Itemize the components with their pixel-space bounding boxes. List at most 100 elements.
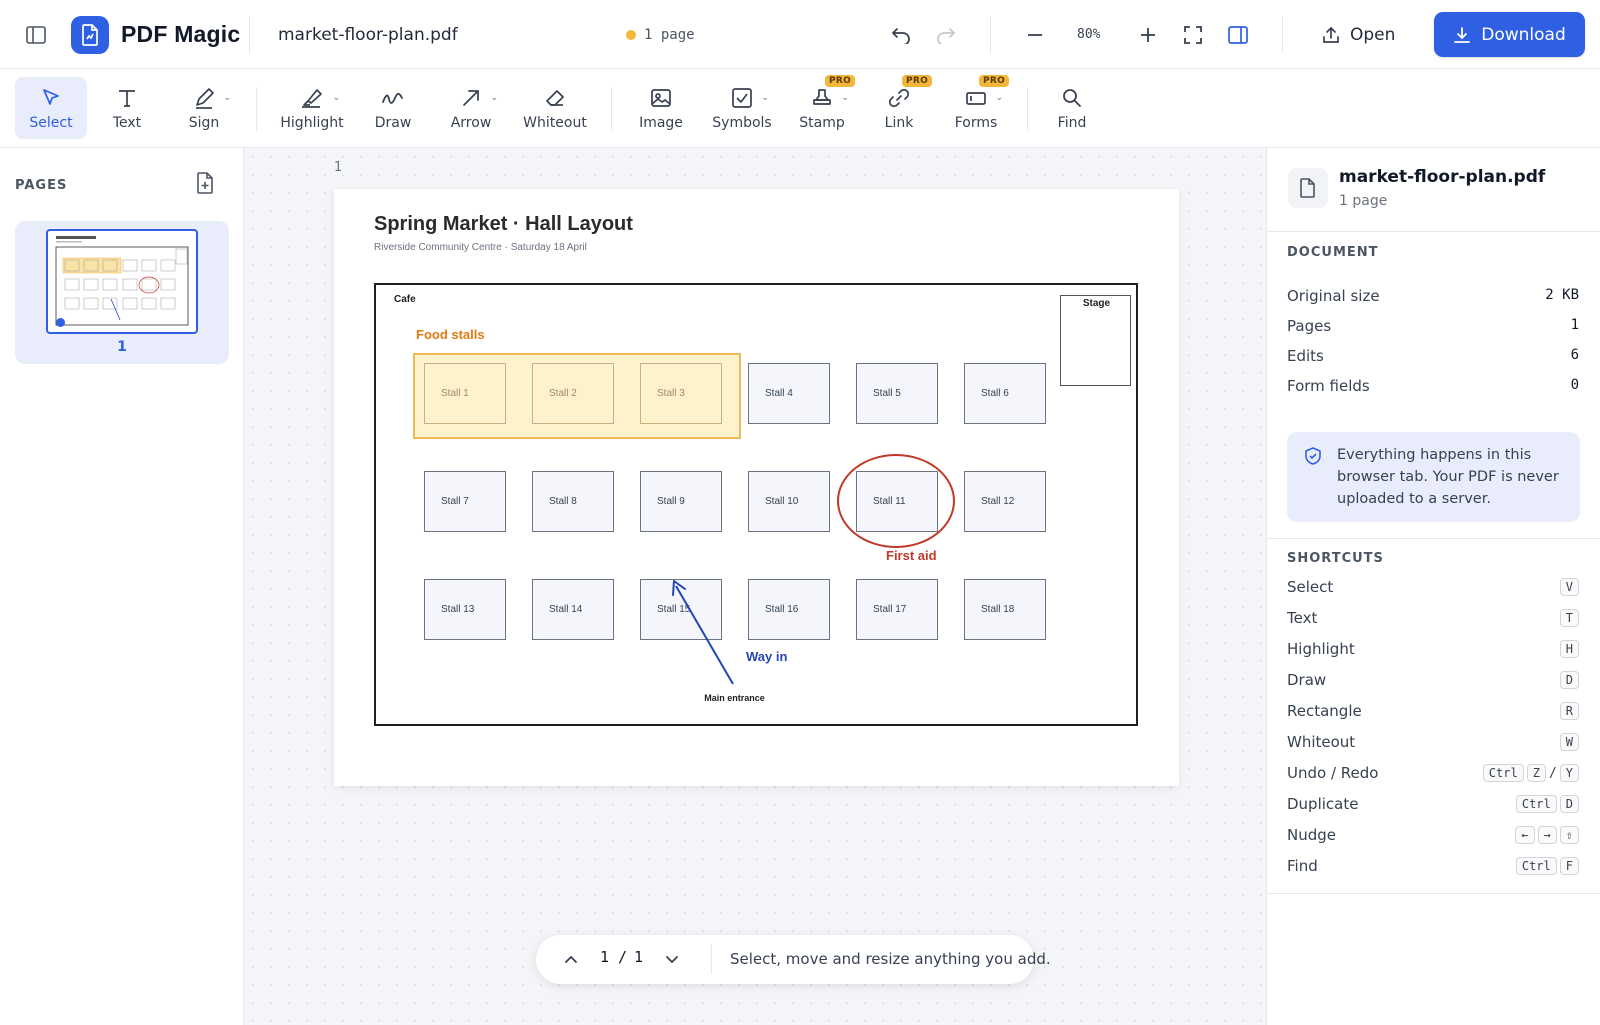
detail-value: 6	[1570, 347, 1579, 363]
tool-stamp[interactable]: PRO ⌄ Stamp	[788, 75, 856, 139]
document-subtitle: Riverside Community Centre · Saturday 18…	[374, 242, 587, 253]
detail-label: Pages	[1287, 317, 1332, 335]
tool-link[interactable]: PRO Link	[866, 75, 933, 139]
page-count-label: 1 page	[644, 26, 695, 43]
chevron-down-icon	[666, 956, 678, 964]
document-title: Spring Market · Hall Layout	[374, 213, 633, 235]
expand-icon	[1184, 25, 1202, 44]
previous-page-button[interactable]	[562, 950, 580, 972]
form-icon	[966, 92, 986, 105]
document-section-heading: DOCUMENT	[1287, 245, 1379, 260]
tool-label: Draw	[374, 115, 412, 131]
tool-label: Arrow	[450, 115, 492, 131]
squiggle-icon	[382, 92, 403, 104]
pro-badge: PRO	[902, 75, 933, 87]
key-separator: /	[1548, 765, 1557, 781]
text-icon	[119, 90, 135, 107]
zoom-in-button[interactable]	[1131, 18, 1165, 52]
key-cap: Ctrl	[1515, 857, 1557, 875]
tool-label: Forms	[954, 115, 998, 131]
chevron-down-icon: ⌄	[332, 93, 340, 103]
detail-label: Original size	[1287, 287, 1380, 305]
tool-arrow[interactable]: ⌄ Arrow	[437, 77, 505, 139]
unsaved-dot-icon	[626, 29, 636, 40]
shortcut-label: Find	[1287, 857, 1318, 875]
divider	[256, 87, 257, 131]
panel-right-icon	[1228, 25, 1248, 44]
pdf-page[interactable]: Spring Market · Hall Layout Riverside Co…	[334, 189, 1179, 786]
tool-label: Select	[29, 115, 73, 131]
tool-whiteout[interactable]: Whiteout	[515, 77, 595, 139]
shortcut-row: Draw D	[1287, 671, 1579, 689]
fit-page-button[interactable]	[1176, 18, 1210, 52]
page-navigator: 1 / 1 Select, move and resize anything y…	[536, 935, 1051, 984]
details-panel: market-floor-plan.pdf 1 page DOCUMENT Or…	[1266, 148, 1600, 1025]
details-page-count: 1 page	[1339, 193, 1388, 209]
tool-find[interactable]: Find	[1041, 77, 1103, 139]
search-icon	[1063, 89, 1081, 107]
chevron-down-icon: ⌄	[761, 93, 769, 103]
tool-bar: Select Text ⌄ Sign ⌄ Highlight Draw ⌄ Ar…	[0, 69, 1600, 148]
pro-badge: PRO	[979, 75, 1010, 87]
redo-button[interactable]	[929, 18, 963, 52]
tool-text[interactable]: Text	[93, 77, 161, 139]
download-button[interactable]: Download	[1434, 12, 1585, 57]
way-in-label[interactable]: Way in	[746, 649, 787, 664]
tool-draw[interactable]: Draw	[359, 77, 427, 139]
current-page[interactable]: 1	[600, 948, 609, 966]
shortcut-row: Rectangle R	[1287, 702, 1579, 720]
shortcut-label: Rectangle	[1287, 702, 1362, 720]
detail-row-form-fields: Form fields 0	[1287, 377, 1579, 395]
tool-label: Image	[639, 115, 683, 131]
key-cap: Z	[1526, 764, 1546, 782]
open-button[interactable]: Open	[1322, 25, 1395, 45]
zoom-out-button[interactable]	[1018, 18, 1052, 52]
tool-image[interactable]: Image	[628, 77, 694, 139]
hall-outline: Cafe Stage Food stalls Stall 1 Stall 2 S…	[374, 283, 1138, 726]
add-page-button[interactable]	[196, 172, 218, 196]
key-cap: →	[1537, 826, 1557, 844]
tool-label: Text	[112, 115, 142, 131]
divider	[1027, 87, 1028, 131]
tool-label: Stamp	[799, 115, 845, 131]
chevron-up-icon	[565, 955, 577, 963]
tool-symbols[interactable]: ⌄ Symbols	[707, 77, 777, 139]
tool-label: Find	[1057, 115, 1087, 131]
shortcut-row: Find Ctrl F	[1287, 857, 1579, 875]
divider	[990, 16, 991, 53]
open-button-label: Open	[1350, 24, 1396, 45]
pages-heading: PAGES	[15, 178, 68, 193]
details-file-name: market-floor-plan.pdf	[1339, 167, 1546, 187]
tool-label: Whiteout	[523, 115, 587, 131]
key-cap: ←	[1515, 826, 1535, 844]
sidebar-toggle-button[interactable]	[19, 0, 53, 69]
details-panel-toggle-button[interactable]	[1221, 18, 1255, 52]
detail-value: 2 KB	[1545, 287, 1579, 303]
detail-label: Form fields	[1287, 377, 1370, 395]
shortcut-row: Whiteout W	[1287, 733, 1579, 751]
page-thumbnail[interactable]: 1	[15, 221, 229, 364]
undo-button[interactable]	[884, 18, 918, 52]
file-name[interactable]: market-floor-plan.pdf	[278, 25, 458, 45]
chevron-down-icon: ⌄	[841, 93, 849, 103]
entrance-gap	[689, 712, 779, 716]
shortcut-label: Nudge	[1287, 826, 1336, 844]
detail-value: 1	[1570, 317, 1579, 333]
tool-highlight[interactable]: ⌄ Highlight	[272, 77, 352, 139]
document-canvas[interactable]: 1 Spring Market · Hall Layout Riverside …	[244, 148, 1266, 1025]
page-number-label: 1	[334, 160, 343, 175]
privacy-notice: Everything happens in this browser tab. …	[1287, 432, 1580, 522]
sidebar-toggle-icon	[19, 18, 53, 52]
next-page-button[interactable]	[663, 951, 681, 973]
shortcut-row: Highlight H	[1287, 640, 1579, 658]
key-cap: R	[1559, 702, 1579, 720]
zoom-level[interactable]: 80%	[1077, 27, 1100, 42]
tool-select[interactable]: Select	[15, 77, 87, 139]
key-cap: ⇧	[1559, 826, 1579, 844]
tool-forms[interactable]: PRO ⌄ Forms	[941, 75, 1011, 139]
key-cap: F	[1559, 857, 1579, 875]
tool-sign[interactable]: ⌄ Sign	[170, 77, 238, 139]
detail-row-original-size: Original size 2 KB	[1287, 287, 1579, 305]
pro-badge: PRO	[825, 75, 856, 87]
detail-row-pages: Pages 1	[1287, 317, 1579, 335]
